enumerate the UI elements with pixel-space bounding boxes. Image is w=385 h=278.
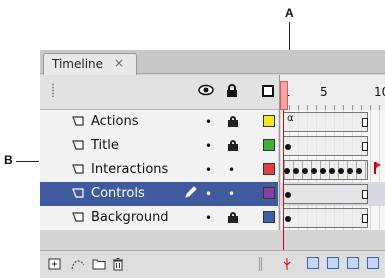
visibility-dot[interactable]: • (205, 139, 212, 153)
tab-label: Timeline (52, 57, 104, 71)
eye-icon[interactable] (198, 84, 214, 100)
callout-b-line (16, 161, 39, 162)
new-folder-icon[interactable] (92, 257, 106, 275)
edit-multiple-frames-icon[interactable] (347, 257, 359, 269)
layer-icon (72, 139, 84, 154)
layer-color-swatch[interactable] (263, 187, 275, 199)
layer-frames[interactable] (279, 206, 385, 230)
layer-row-background[interactable]: Background • (40, 206, 385, 230)
layer-name-area[interactable]: Title • (40, 134, 278, 158)
layer-icon (72, 115, 84, 130)
tab-timeline[interactable]: Timeline × (43, 53, 137, 75)
layer-name-area[interactable]: Actions • (40, 110, 278, 134)
playhead-handle[interactable] (280, 81, 288, 110)
new-layer-icon[interactable] (48, 257, 62, 275)
lock-icon[interactable] (228, 116, 238, 127)
keyframe (311, 168, 317, 174)
layer-row-interactions[interactable]: Interactions • • (40, 158, 385, 182)
keyframe (285, 192, 291, 198)
close-icon[interactable]: × (114, 56, 124, 70)
end-frame (362, 142, 368, 151)
layer-frames[interactable] (279, 158, 385, 182)
layer-name: Actions (91, 114, 139, 129)
outline-icon[interactable] (262, 85, 274, 97)
ruler-label: 5 (320, 85, 328, 99)
new-motion-guide-icon[interactable] (70, 257, 86, 275)
pencil-icon (184, 185, 198, 203)
layer-frames[interactable]: α (279, 110, 385, 134)
frame-span (284, 208, 368, 228)
layer-frames[interactable] (279, 182, 385, 206)
layer-icon (72, 211, 84, 226)
delete-icon[interactable] (112, 257, 124, 275)
layer-color-swatch[interactable] (263, 211, 275, 223)
keyframe (356, 168, 362, 174)
timeline-panel: Timeline × 1 5 10 Actions • (40, 50, 385, 278)
keyframe (284, 168, 290, 174)
keyframe (285, 144, 291, 150)
keyframe (302, 168, 308, 174)
layer-row-controls[interactable]: Controls • • (40, 182, 385, 206)
grip-icon[interactable] (51, 83, 55, 97)
center-frame-icon[interactable] (282, 257, 292, 275)
lock-dot[interactable]: • (228, 163, 235, 177)
layer-name: Background (91, 210, 169, 225)
layer-icon (72, 187, 84, 202)
modify-onion-markers-icon[interactable] (367, 257, 379, 269)
keyframe (338, 168, 344, 174)
layer-icon (72, 163, 84, 178)
frame-span (284, 136, 368, 156)
tab-bar: Timeline × (40, 50, 385, 75)
keyframe (329, 168, 335, 174)
layer-name: Controls (91, 186, 145, 201)
callout-a-label: A (285, 6, 294, 20)
keyframe (347, 168, 353, 174)
frame-span (284, 112, 368, 132)
onion-skin-icon[interactable] (307, 257, 319, 269)
layer-list: Actions • α Title • Interactions • • Con… (40, 110, 385, 230)
layer-color-swatch[interactable] (263, 139, 275, 151)
footer-divider (259, 257, 262, 271)
layer-name-area[interactable]: Background • (40, 206, 278, 230)
layer-row-actions[interactable]: Actions • α (40, 110, 385, 134)
end-frame (362, 118, 368, 127)
layer-frames[interactable] (279, 134, 385, 158)
layer-color-swatch[interactable] (263, 163, 275, 175)
keyframe (320, 168, 326, 174)
layer-name-area[interactable]: Controls • • (40, 182, 278, 206)
action-script-icon: α (287, 113, 294, 124)
layer-name-area[interactable]: Interactions • • (40, 158, 278, 182)
visibility-dot[interactable]: • (205, 115, 212, 129)
frame-label-flag-icon (374, 162, 381, 174)
onion-skin-outlines-icon[interactable] (327, 257, 339, 269)
end-frame (362, 190, 368, 199)
timeline-header: 1 5 10 (40, 75, 385, 110)
lock-dot[interactable]: • (228, 187, 235, 201)
frame-span (284, 184, 368, 204)
keyframe (285, 216, 291, 222)
ruler-label: 10 (374, 85, 385, 99)
visibility-dot[interactable]: • (205, 163, 212, 177)
lock-icon[interactable] (226, 84, 238, 102)
keyframe (293, 168, 299, 174)
layer-color-swatch[interactable] (263, 115, 275, 127)
layer-name: Title (91, 138, 119, 153)
lock-icon[interactable] (228, 140, 238, 151)
layer-name: Interactions (91, 162, 169, 177)
visibility-dot[interactable]: • (205, 211, 212, 225)
lock-icon[interactable] (228, 212, 238, 223)
callout-b-label: B (4, 153, 13, 167)
layer-row-title[interactable]: Title • (40, 134, 385, 158)
frame-ruler[interactable]: 1 5 10 (279, 75, 385, 110)
end-frame (362, 214, 368, 223)
visibility-dot[interactable]: • (205, 187, 212, 201)
timeline-footer (40, 250, 385, 278)
